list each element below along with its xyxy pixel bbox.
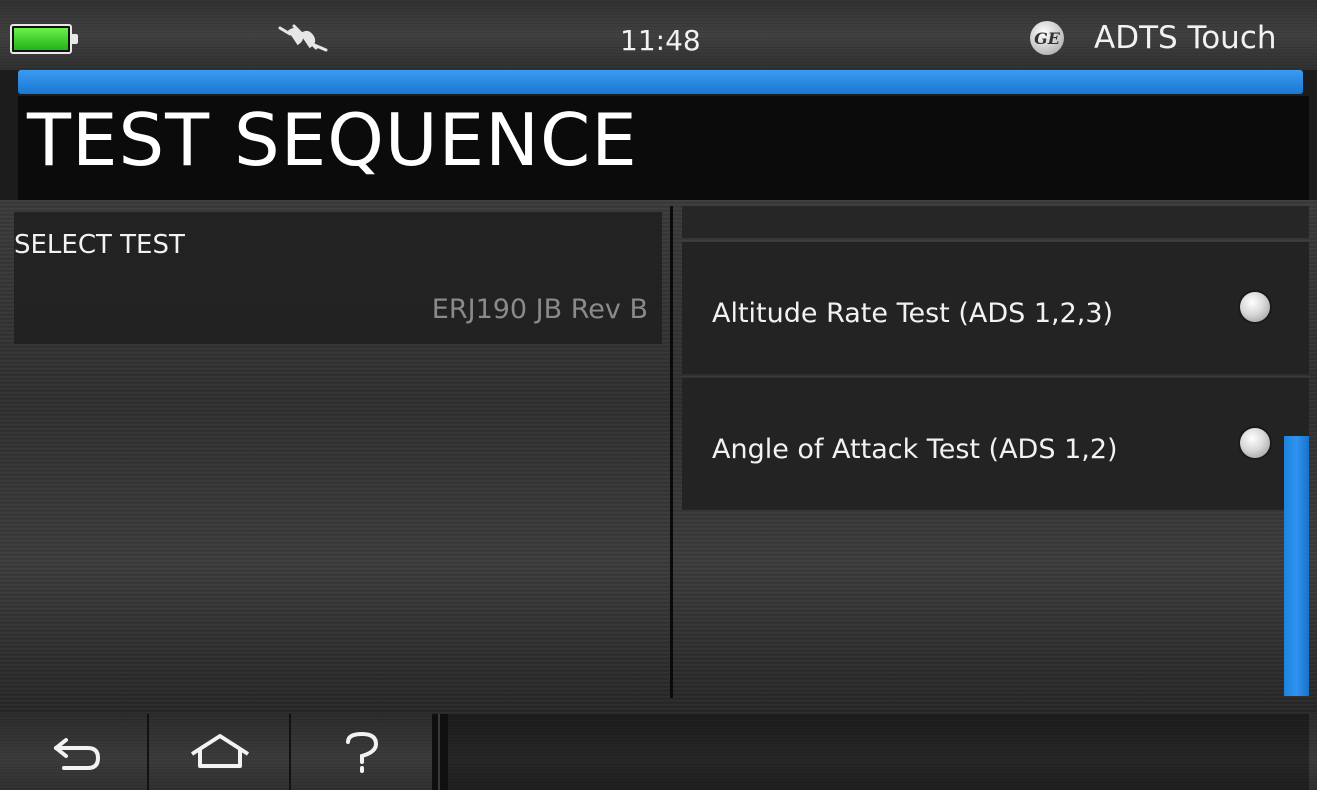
radio-button[interactable] <box>1240 428 1270 458</box>
page-title: TEST SEQUENCE <box>27 98 638 182</box>
help-question-icon <box>346 731 379 773</box>
test-list-item[interactable]: Altitude Rate Test (ADS 1,2,3) <box>682 242 1309 374</box>
home-button[interactable] <box>150 714 290 790</box>
disconnected-plug-icon <box>278 24 328 52</box>
back-button[interactable] <box>8 714 148 790</box>
app-name: ADTS Touch <box>1094 20 1277 56</box>
nav-separator <box>289 714 291 790</box>
accent-bar <box>18 70 1303 94</box>
test-list-header <box>682 206 1309 238</box>
test-list-item[interactable]: Angle of Attack Test (ADS 1,2) <box>682 378 1309 510</box>
nav-separator <box>147 714 149 790</box>
home-icon <box>190 734 250 768</box>
help-button[interactable] <box>292 714 432 790</box>
ge-logo: GE <box>1030 21 1064 55</box>
bottom-action-area <box>448 714 1309 790</box>
back-arrow-icon <box>54 738 100 770</box>
test-item-label: Angle of Attack Test (ADS 1,2) <box>712 434 1118 465</box>
nav-separator <box>432 714 448 790</box>
select-test-label: SELECT TEST <box>14 230 185 260</box>
scroll-indicator[interactable] <box>1284 436 1309 696</box>
panel-divider <box>670 206 673 698</box>
select-test-value[interactable]: ERJ190 JB Rev B <box>432 294 648 325</box>
test-item-label: Altitude Rate Test (ADS 1,2,3) <box>712 298 1114 329</box>
battery-icon <box>10 24 78 54</box>
clock: 11:48 <box>620 24 701 57</box>
radio-button[interactable] <box>1240 292 1270 322</box>
